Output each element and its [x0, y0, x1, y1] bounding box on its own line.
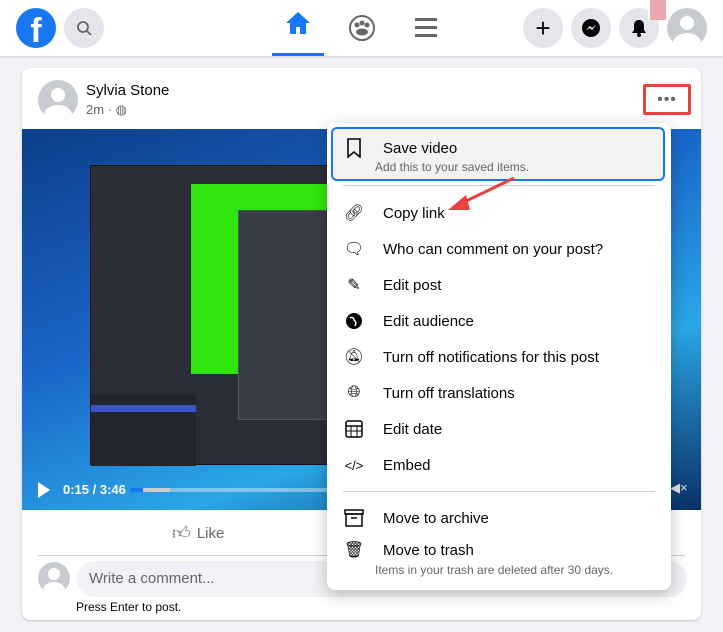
- nav-groups[interactable]: [348, 14, 376, 47]
- menu-item-embed[interactable]: </> Embed: [335, 454, 663, 476]
- translate-icon: 🌐︎: [347, 384, 361, 401]
- trash-icon: 🗑︎: [343, 542, 365, 559]
- groups-icon: [349, 15, 375, 41]
- menu-item-label: Copy link: [383, 204, 445, 222]
- more-dots-icon: •••: [657, 90, 677, 108]
- menu-item-edit-date[interactable]: Edit date: [335, 418, 663, 440]
- nav-home[interactable]: [272, 10, 324, 56]
- top-nav-bar: f +: [0, 0, 723, 56]
- menu-item-label: Who can comment on your post?: [383, 240, 604, 258]
- menu-item-copy-link[interactable]: 🔗︎ Copy link: [335, 202, 663, 224]
- menu-item-label: Edit date: [383, 420, 443, 438]
- messenger-button[interactable]: [571, 8, 611, 48]
- code-icon: </>: [344, 457, 364, 473]
- annotation-mark: [648, 0, 666, 20]
- post-meta: 2m · ◍: [86, 102, 127, 118]
- post-options-menu: Save video Add this to your saved items.…: [327, 123, 671, 590]
- search-icon: [77, 21, 92, 36]
- menu-item-label: Edit post: [383, 276, 442, 294]
- menu-item-label: Move to archive: [383, 509, 489, 527]
- menu-item-who-can-comment[interactable]: 🗨︎ Who can comment on your post?: [335, 238, 663, 260]
- globe-icon: ◍: [115, 102, 127, 117]
- pencil-icon: ✎: [347, 277, 361, 294]
- facebook-logo[interactable]: f: [16, 8, 56, 48]
- comment-icon: 🗨︎: [343, 241, 365, 258]
- post-time[interactable]: 2m: [86, 102, 104, 117]
- menu-item-sub: Add this to your saved items.: [375, 160, 530, 174]
- menu-item-label: Turn off notifications for this post: [383, 348, 599, 366]
- more-options-button[interactable]: •••: [643, 84, 691, 115]
- menu-item-label: Save video: [383, 139, 458, 157]
- author-avatar[interactable]: [38, 80, 78, 120]
- menu-item-move-to-archive[interactable]: Move to archive: [335, 507, 663, 529]
- menu-item-label: Move to trash: [383, 541, 474, 559]
- bell-icon: [632, 20, 646, 37]
- divider: [343, 185, 655, 186]
- messenger-icon: [582, 19, 600, 37]
- search-button[interactable]: [64, 8, 104, 48]
- menu-item-edit-audience[interactable]: Edit audience: [335, 310, 663, 332]
- create-button[interactable]: +: [523, 8, 563, 48]
- menu-item-turn-off-notifications[interactable]: 🔕︎ Turn off notifications for this post: [335, 346, 663, 368]
- menu-item-turn-off-translations[interactable]: 🌐︎ Turn off translations: [335, 382, 663, 404]
- bookmark-icon: [343, 137, 365, 159]
- separator: ·: [107, 102, 113, 117]
- menu-icon: [415, 18, 437, 37]
- menu-item-move-to-trash[interactable]: 🗑︎ Move to trash: [335, 539, 663, 561]
- globe-icon: [343, 310, 365, 332]
- divider: [343, 491, 655, 492]
- like-button[interactable]: 👍︎ Like: [172, 522, 224, 544]
- nav-menu[interactable]: [415, 17, 437, 44]
- archive-icon: [343, 507, 365, 529]
- calendar-icon: [343, 418, 365, 440]
- link-icon: 🔗︎: [343, 205, 365, 222]
- plus-icon: +: [535, 13, 551, 43]
- menu-item-label: Edit audience: [383, 312, 474, 330]
- menu-item-edit-post[interactable]: ✎ Edit post: [335, 274, 663, 296]
- bell-off-icon: 🔕︎: [343, 349, 365, 366]
- menu-item-label: Embed: [383, 456, 431, 474]
- thumbs-up-icon: 👍︎: [172, 523, 191, 543]
- video-time: 0:15 / 3:46: [63, 482, 126, 497]
- press-enter-hint: Press Enter to post.: [76, 600, 182, 614]
- author-name[interactable]: Sylvia Stone: [86, 82, 169, 99]
- like-label: Like: [196, 524, 225, 542]
- menu-item-label: Turn off translations: [383, 384, 515, 402]
- account-avatar[interactable]: [667, 8, 707, 48]
- menu-item-save-video[interactable]: Save video Add this to your saved items.: [331, 127, 665, 181]
- video-progress[interactable]: [130, 488, 330, 492]
- mute-icon[interactable]: ◀×: [670, 480, 688, 496]
- menu-item-sub: Items in your trash are deleted after 30…: [375, 563, 614, 577]
- commenter-avatar[interactable]: [38, 562, 70, 594]
- home-icon: [286, 12, 310, 34]
- play-button[interactable]: [38, 482, 50, 498]
- progress-bar: [130, 488, 144, 492]
